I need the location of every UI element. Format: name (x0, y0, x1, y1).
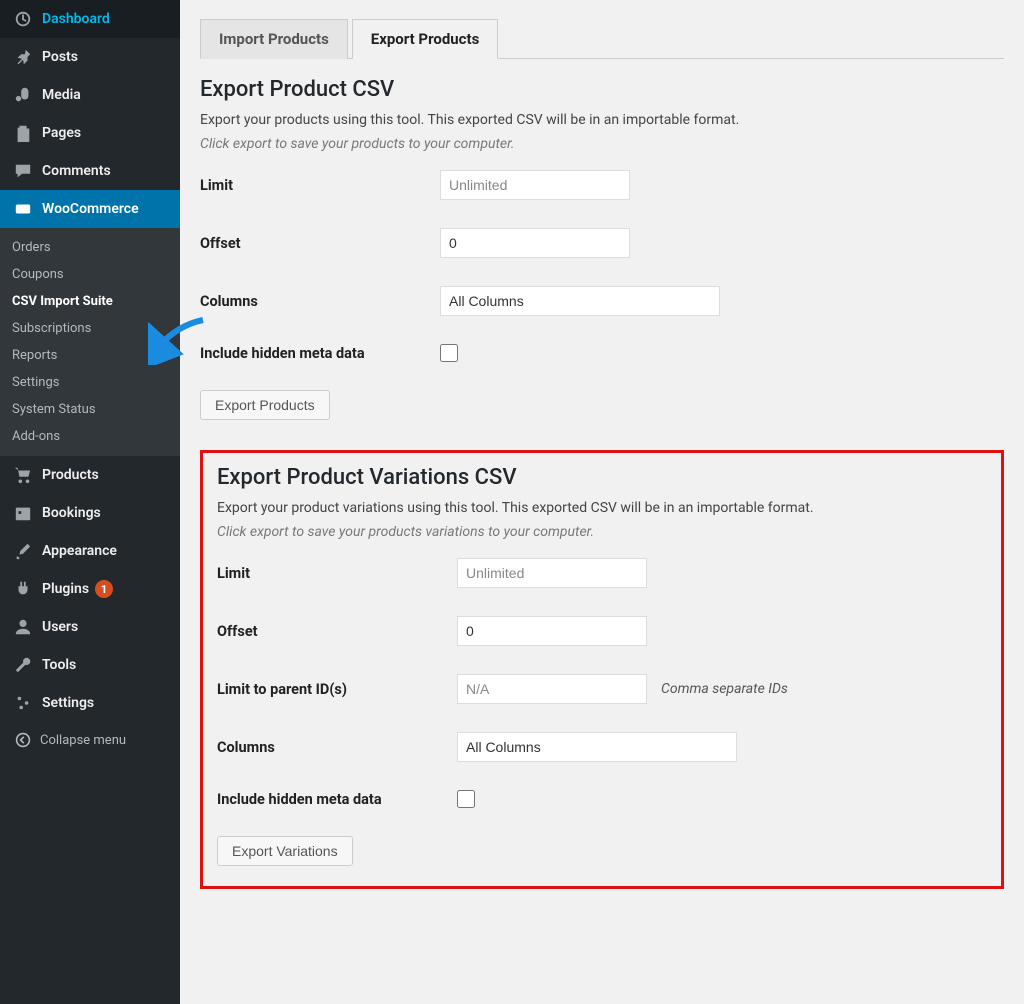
submenu-settings[interactable]: Settings (0, 369, 180, 396)
hidden-meta-checkbox[interactable] (457, 790, 475, 808)
menu-comments[interactable]: Comments (0, 152, 180, 190)
parent-ids-help: Comma separate IDs (661, 681, 788, 697)
menu-label: Comments (42, 163, 111, 179)
pin-icon (12, 47, 34, 67)
menu-media[interactable]: Media (0, 76, 180, 114)
columns-input[interactable] (457, 732, 737, 762)
dashboard-icon (12, 9, 34, 29)
update-badge: 1 (95, 580, 113, 598)
section-title: Export Product CSV (200, 77, 1004, 102)
comment-icon (12, 161, 34, 181)
parent-ids-label: Limit to parent ID(s) (217, 681, 457, 698)
collapse-menu[interactable]: Collapse menu (0, 722, 180, 758)
tab-export-products[interactable]: Export Products (352, 19, 498, 59)
hidden-meta-label: Include hidden meta data (217, 791, 457, 808)
parent-ids-input[interactable] (457, 674, 647, 704)
menu-label: Plugins (42, 581, 89, 597)
calendar-icon (12, 503, 34, 523)
menu-woocommerce[interactable]: WooCommerce (0, 190, 180, 228)
menu-posts[interactable]: Posts (0, 38, 180, 76)
menu-label: Dashboard (42, 11, 110, 27)
cart-icon (12, 465, 34, 485)
menu-products[interactable]: Products (0, 456, 180, 494)
collapse-icon (12, 732, 34, 748)
menu-label: Pages (42, 125, 81, 141)
admin-sidebar: Dashboard Posts Media Pages Comments (0, 0, 180, 1004)
media-icon (12, 85, 34, 105)
menu-label: Appearance (42, 543, 117, 559)
hidden-meta-label: Include hidden meta data (200, 345, 440, 362)
offset-input[interactable] (440, 228, 630, 258)
offset-label: Offset (200, 235, 440, 252)
menu-label: Products (42, 467, 99, 483)
section-hint: Click export to save your products to yo… (200, 136, 1004, 152)
limit-label: Limit (217, 565, 457, 582)
menu-appearance[interactable]: Appearance (0, 532, 180, 570)
woo-icon (12, 199, 34, 219)
menu-label: Posts (42, 49, 78, 65)
limit-input[interactable] (440, 170, 630, 200)
menu-tools[interactable]: Tools (0, 646, 180, 684)
menu-label: Tools (42, 657, 76, 673)
user-icon (12, 617, 34, 637)
offset-label: Offset (217, 623, 457, 640)
sliders-icon (12, 693, 34, 713)
menu-label: Media (42, 87, 81, 103)
menu-label: Settings (42, 695, 94, 711)
menu-dashboard[interactable]: Dashboard (0, 0, 180, 38)
menu-users[interactable]: Users (0, 608, 180, 646)
submenu-csv-import-suite[interactable]: CSV Import Suite (0, 288, 180, 315)
menu-pages[interactable]: Pages (0, 114, 180, 152)
submenu-reports[interactable]: Reports (0, 342, 180, 369)
main-content: Import Products Export Products Export P… (180, 0, 1024, 1004)
plug-icon (12, 579, 34, 599)
export-variations-button[interactable]: Export Variations (217, 836, 353, 866)
menu-plugins[interactable]: Plugins 1 (0, 570, 180, 608)
menu-label: Bookings (42, 505, 101, 521)
wrench-icon (12, 655, 34, 675)
pages-icon (12, 123, 34, 143)
limit-input[interactable] (457, 558, 647, 588)
menu-settings[interactable]: Settings (0, 684, 180, 722)
submenu-system-status[interactable]: System Status (0, 396, 180, 423)
offset-input[interactable] (457, 616, 647, 646)
tab-import-products[interactable]: Import Products (200, 19, 348, 59)
brush-icon (12, 541, 34, 561)
columns-label: Columns (217, 739, 457, 756)
submenu-subscriptions[interactable]: Subscriptions (0, 315, 180, 342)
export-variations-section: Export Product Variations CSV Export you… (200, 450, 1004, 889)
columns-input[interactable] (440, 286, 720, 316)
export-products-button[interactable]: Export Products (200, 390, 330, 420)
menu-label: Users (42, 619, 78, 635)
submenu-coupons[interactable]: Coupons (0, 261, 180, 288)
menu-bookings[interactable]: Bookings (0, 494, 180, 532)
columns-label: Columns (200, 293, 440, 310)
hidden-meta-checkbox[interactable] (440, 344, 458, 362)
menu-label: WooCommerce (42, 201, 139, 217)
collapse-label: Collapse menu (40, 733, 126, 748)
tab-bar: Import Products Export Products (200, 18, 1004, 59)
section-desc: Export your products using this tool. Th… (200, 112, 1004, 128)
woo-submenu: Orders Coupons CSV Import Suite Subscrip… (0, 228, 180, 456)
submenu-addons[interactable]: Add-ons (0, 423, 180, 450)
section-desc: Export your product variations using thi… (217, 500, 987, 516)
section-hint: Click export to save your products varia… (217, 524, 987, 540)
export-product-section: Export Product CSV Export your products … (200, 77, 1004, 420)
submenu-orders[interactable]: Orders (0, 234, 180, 261)
section-title: Export Product Variations CSV (217, 465, 987, 490)
limit-label: Limit (200, 177, 440, 194)
